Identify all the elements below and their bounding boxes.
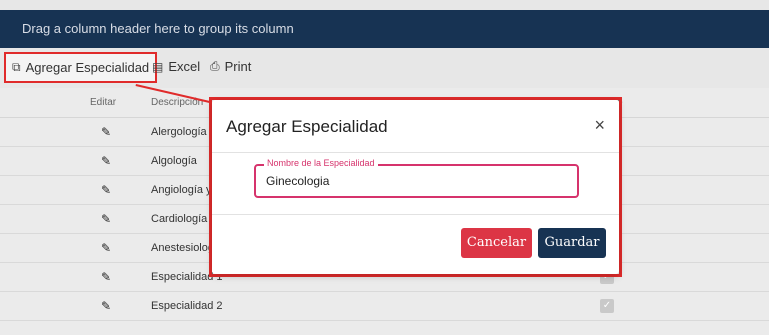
grid-toolbar: ⧉ Agregar Especialidad ▤ Excel ⎙ Print [0, 48, 769, 88]
cancel-button[interactable]: Cancelar [461, 228, 532, 258]
print-label: Print [224, 59, 252, 74]
edit-pencil-icon[interactable]: ✎ [101, 183, 111, 197]
print-icon: ⎙ [210, 59, 220, 73]
add-specialty-label: Agregar Especialidad [25, 60, 150, 75]
description-cell: Anestesiolog [151, 242, 214, 254]
edit-pencil-icon[interactable]: ✎ [101, 154, 111, 168]
description-cell: Cardiología [151, 213, 208, 225]
close-icon[interactable]: × [594, 115, 605, 136]
description-cell: Algología [151, 155, 197, 167]
edit-pencil-icon[interactable]: ✎ [101, 270, 111, 284]
save-button[interactable]: Guardar [538, 228, 606, 258]
group-by-bar: Drag a column header here to group its c… [0, 10, 769, 48]
excel-label: Excel [168, 59, 201, 74]
dialog-header-divider [212, 152, 619, 153]
table-row: ✎ Especialidad 2 ✓ [0, 292, 769, 321]
add-specialty-button[interactable]: ⧉ Agregar Especialidad [4, 52, 158, 83]
edit-pencil-icon[interactable]: ✎ [101, 299, 111, 313]
dialog-title: Agregar Especialidad [226, 117, 388, 136]
edit-pencil-icon[interactable]: ✎ [101, 212, 111, 226]
dialog-footer-divider [212, 214, 619, 215]
description-cell: Especialidad 2 [151, 300, 223, 312]
specialty-name-input[interactable] [266, 174, 566, 188]
edit-pencil-icon[interactable]: ✎ [101, 241, 111, 255]
print-button[interactable]: ⎙ Print [210, 59, 251, 74]
specialty-name-legend: Nombre de la Especialidad [264, 158, 378, 168]
add-document-icon: ⧉ [12, 60, 21, 74]
specialty-name-field[interactable]: Nombre de la Especialidad [254, 158, 579, 198]
add-specialty-dialog: Agregar Especialidad × Nombre de la Espe… [212, 100, 619, 274]
edit-pencil-icon[interactable]: ✎ [101, 125, 111, 139]
excel-export-button[interactable]: ▤ Excel [152, 59, 200, 74]
column-header-edit[interactable]: Editar [90, 97, 116, 108]
group-by-hint: Drag a column header here to group its c… [22, 21, 294, 36]
description-cell: Alergología e [151, 126, 216, 138]
active-checkbox[interactable]: ✓ [600, 299, 614, 313]
description-cell: Angiología y [151, 184, 212, 196]
excel-icon: ▤ [152, 59, 164, 74]
